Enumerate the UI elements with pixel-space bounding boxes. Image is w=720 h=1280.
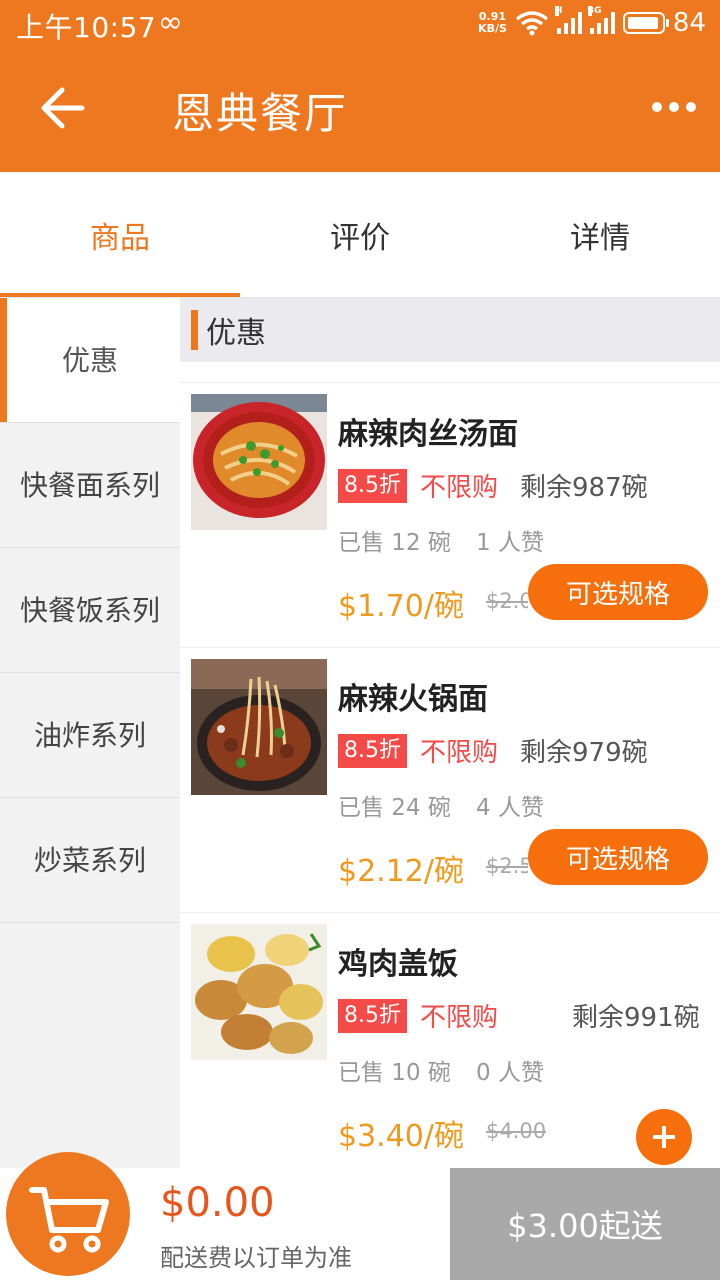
like-count: 1 人赞 [476, 530, 544, 556]
product-item[interactable]: 麻辣火锅面 8.5折 不限购 剩余979碗 已售 24 碗 4 人赞 $2.12… [180, 647, 720, 912]
more-dot-icon [686, 102, 696, 112]
status-indicators: 0.91 KB/S H 3G 84 [478, 6, 706, 40]
status-time: 上午10:57 [16, 11, 157, 44]
signal-icon: H [554, 6, 582, 34]
battery-icon [622, 12, 669, 34]
purchase-limit: 不限购 [420, 738, 499, 768]
stock-remaining: 剩余979碗 [520, 738, 648, 768]
select-options-button[interactable]: 可选规格 [528, 564, 708, 620]
product-price: $1.70/碗 [338, 589, 464, 624]
status-bar: 上午10:57 ∞ 0.91 KB/S H 3G 84 [0, 0, 720, 46]
tab-bar: 商品 评价 详情 [0, 172, 720, 298]
original-price: $2.00 [486, 589, 528, 613]
category-item-fast-rice[interactable]: 快餐饭系列 [0, 548, 180, 673]
product-list: 优惠 麻辣肉丝汤面 8.5折 不限购 剩余987碗 已售 12 碗 1 人赞 $… [180, 298, 720, 1168]
minimum-order-button[interactable]: $3.00起送 [450, 1168, 720, 1280]
category-item-fried[interactable]: 油炸系列 [0, 673, 180, 798]
category-item-discount[interactable]: 优惠 [0, 298, 180, 423]
infinity-icon: ∞ [158, 5, 183, 40]
product-price: $3.40/碗 [338, 1119, 464, 1154]
cart-bar: $0.00 配送费以订单为准 $3.00起送 [0, 1152, 720, 1280]
more-dot-icon [652, 102, 662, 112]
sold-count: 已售 24 碗 [338, 795, 451, 821]
original-price: $4.00 [486, 1119, 547, 1143]
back-button[interactable] [36, 84, 92, 132]
signal-3g-icon: 3G [587, 6, 615, 34]
network-speed-unit: KB/S [478, 22, 507, 35]
shopping-cart-icon [29, 1187, 109, 1253]
category-item-stir-fry[interactable]: 炒菜系列 [0, 798, 180, 923]
cart-total: $0.00 [160, 1180, 275, 1226]
tab-details[interactable]: 详情 [480, 172, 720, 297]
discount-badge: 8.5折 [338, 734, 407, 768]
product-item[interactable]: 鸡肉盖饭 8.5折 不限购 剩余991碗 已售 10 碗 0 人赞 $3.40/… [180, 912, 720, 1168]
sold-count: 已售 10 碗 [338, 1060, 451, 1086]
product-price: $2.12/碗 [338, 854, 464, 889]
discount-badge: 8.5折 [338, 469, 407, 503]
section-title: 优惠 [206, 316, 266, 351]
stock-remaining: 剩余991碗 [572, 1003, 700, 1033]
original-price: $2.50 [486, 854, 528, 878]
product-image-chicken-rice[interactable] [191, 924, 327, 1060]
tab-products[interactable]: 商品 [0, 172, 240, 297]
product-name: 麻辣肉丝汤面 [338, 417, 518, 452]
select-options-button[interactable]: 可选规格 [528, 829, 708, 885]
signal-type-h: H [554, 6, 563, 16]
product-item[interactable]: 麻辣肉丝汤面 8.5折 不限购 剩余987碗 已售 12 碗 1 人赞 $1.7… [180, 382, 720, 647]
signal-type-3g: 3G [587, 6, 602, 16]
section-header: 优惠 [180, 298, 720, 362]
discount-badge: 8.5折 [338, 999, 407, 1033]
product-name: 鸡肉盖饭 [338, 947, 458, 982]
sold-count: 已售 12 碗 [338, 530, 451, 556]
app-header: 恩典餐厅 [0, 46, 720, 172]
page-title: 恩典餐厅 [172, 89, 349, 138]
more-options-button[interactable] [652, 96, 696, 118]
product-name: 麻辣火锅面 [338, 682, 488, 717]
like-count: 4 人赞 [476, 795, 544, 821]
product-image-hotpot-noodles[interactable] [191, 659, 327, 795]
purchase-limit: 不限购 [420, 473, 499, 503]
category-sidebar: 优惠 快餐面系列 快餐饭系列 油炸系列 炒菜系列 [0, 298, 180, 1168]
like-count: 0 人赞 [476, 1060, 544, 1086]
tab-reviews[interactable]: 评价 [240, 172, 480, 297]
stock-remaining: 剩余987碗 [520, 473, 648, 503]
delivery-fee-note: 配送费以订单为准 [160, 1244, 352, 1272]
network-speed: 0.91 KB/S [478, 11, 507, 35]
category-item-fast-noodles[interactable]: 快餐面系列 [0, 423, 180, 548]
battery-level: 84 [672, 8, 706, 38]
product-image-noodle-soup[interactable] [191, 394, 327, 530]
wifi-icon [515, 11, 548, 36]
back-arrow-icon [41, 87, 85, 129]
add-to-cart-button[interactable] [636, 1109, 692, 1165]
cart-button[interactable] [6, 1152, 130, 1276]
purchase-limit: 不限购 [420, 1003, 499, 1033]
more-dot-icon [669, 102, 679, 112]
